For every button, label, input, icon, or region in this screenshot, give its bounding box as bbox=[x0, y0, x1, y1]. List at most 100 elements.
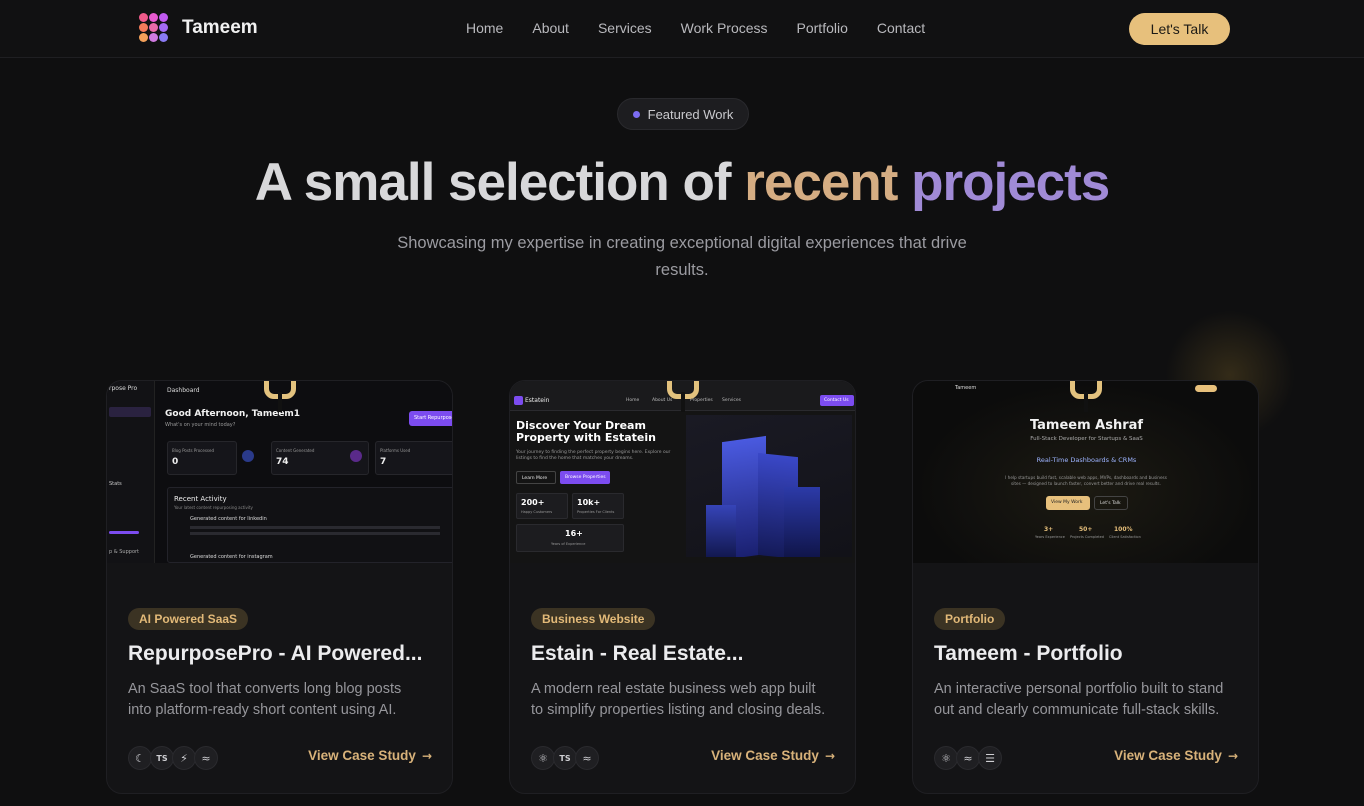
tailwind-icon: ≈ bbox=[575, 746, 599, 770]
tech-stack: ☾ TS ⚡ ≈ bbox=[128, 746, 218, 770]
project-title[interactable]: RepurposePro - AI Powered... bbox=[128, 642, 438, 666]
tech-stack: ⚛ ≈ ☰ bbox=[934, 746, 1002, 770]
preview-nav-about: About Us bbox=[652, 398, 673, 403]
card-hanger-icon bbox=[1070, 381, 1102, 412]
view-case-study-link[interactable]: View Case Study → bbox=[1114, 748, 1238, 763]
preview-highlight: Real-Time Dashboards & CRMs bbox=[1036, 456, 1137, 464]
view-case-study-link[interactable]: View Case Study → bbox=[711, 748, 835, 763]
preview-nav-home: Home bbox=[626, 398, 640, 403]
preview-stat-value: 10k+ bbox=[577, 498, 601, 507]
title-accent-projects: projects bbox=[911, 153, 1110, 212]
brand-name: Tameem bbox=[182, 17, 258, 38]
case-study-label: View Case Study bbox=[711, 748, 819, 763]
project-category-tag: Portfolio bbox=[934, 608, 1006, 630]
preview-header: Dashboard bbox=[167, 387, 200, 394]
preview-stat-label: Properties For Clients bbox=[577, 510, 615, 514]
title-plain: A small selection of bbox=[254, 153, 732, 212]
tech-stack: ⚛ TS ≈ bbox=[531, 746, 599, 770]
preview-stat-label: Client Satisfaction bbox=[1109, 535, 1141, 539]
card-hanger-icon bbox=[264, 381, 296, 412]
tailwind-icon: ≈ bbox=[194, 746, 218, 770]
nav-link-about[interactable]: About bbox=[532, 20, 569, 36]
arrow-right-icon: → bbox=[824, 748, 835, 763]
project-card-repurposepro[interactable]: rpose Pro Stats p & Support Dashboard Go… bbox=[106, 380, 453, 794]
preview-brand: rpose Pro bbox=[109, 385, 138, 392]
page-title: A small selection of recent projects bbox=[0, 152, 1364, 213]
preview-btn-work: View My Work bbox=[1046, 496, 1090, 510]
logo-icon bbox=[139, 13, 169, 43]
preview-stat-label: Content Generated bbox=[276, 448, 315, 453]
tailwind-icon: ≈ bbox=[956, 746, 980, 770]
building-image bbox=[686, 415, 852, 557]
preview-stat-value: 3+ bbox=[1044, 526, 1054, 533]
project-category-tag: Business Website bbox=[531, 608, 656, 630]
nav-link-work-process[interactable]: Work Process bbox=[681, 20, 768, 36]
preview-nav-properties: Properties bbox=[690, 398, 713, 403]
project-description: An interactive personal portfolio built … bbox=[934, 681, 1224, 718]
project-card-estain[interactable]: Estatein Home About Us Properties Servic… bbox=[509, 380, 856, 794]
brand-logo[interactable]: Tameem bbox=[139, 13, 258, 43]
preview-hero-text: Your journey to finding the perfect prop… bbox=[516, 450, 671, 461]
moon-icon: ☾ bbox=[128, 746, 152, 770]
featured-work-badge: Featured Work bbox=[617, 98, 749, 130]
preview-stat-value: 7 bbox=[380, 457, 387, 467]
typescript-icon: TS bbox=[150, 746, 174, 770]
preview-stat-label: Platforms Used bbox=[380, 448, 411, 453]
badge-dot-icon bbox=[632, 110, 640, 118]
preview-activity-item: Generated content for linkedin bbox=[190, 516, 267, 522]
preview-stat-value: 0 bbox=[172, 457, 179, 467]
lets-talk-button[interactable]: Let's Talk bbox=[1129, 13, 1230, 45]
project-category-tag: AI Powered SaaS bbox=[128, 608, 249, 630]
preview-stat-label: Happy Customers bbox=[521, 510, 553, 514]
nav-link-home[interactable]: Home bbox=[466, 20, 503, 36]
preview-stat-value: 16+ bbox=[565, 529, 583, 538]
preview-btn-talk: Let's Talk bbox=[1094, 496, 1128, 510]
preview-side-title: Stats bbox=[109, 481, 122, 487]
badge-label: Featured Work bbox=[647, 106, 734, 122]
arrow-right-icon: → bbox=[1227, 748, 1238, 763]
preview-stat-value: 100% bbox=[1114, 526, 1133, 533]
case-study-label: View Case Study bbox=[1114, 748, 1222, 763]
typescript-icon: TS bbox=[553, 746, 577, 770]
framer-icon: ☰ bbox=[978, 746, 1002, 770]
project-description: An SaaS tool that converts long blog pos… bbox=[128, 681, 402, 718]
preview-stat-value: 74 bbox=[276, 457, 289, 467]
preview-prompt: What's on your mind today? bbox=[165, 422, 236, 428]
nav-link-services[interactable]: Services bbox=[598, 20, 652, 36]
react-icon: ⚛ bbox=[934, 746, 958, 770]
preview-stat-value: 200+ bbox=[521, 498, 545, 507]
preview-activity-title: Recent Activity bbox=[174, 495, 227, 503]
preview-activity-item: Generated content for instagram bbox=[190, 554, 273, 560]
preview-brand: Tameem bbox=[955, 385, 977, 391]
preview-stat-label: Projects Completed bbox=[1070, 535, 1105, 539]
preview-brand: Estatein bbox=[525, 397, 550, 404]
preview-btn-learn: Learn More bbox=[516, 471, 556, 484]
top-navbar: Tameem Home About Services Work Process … bbox=[0, 0, 1364, 58]
preview-btn-browse: Browse Properties bbox=[560, 471, 610, 484]
project-title[interactable]: Tameem - Portfolio bbox=[934, 642, 1244, 666]
preview-side-footer: p & Support bbox=[109, 549, 140, 555]
preview-hero-title: Discover Your Dream Property with Estate… bbox=[516, 419, 656, 444]
preview-text: I help startups build fast, scalable web… bbox=[1005, 475, 1167, 486]
preview-stat-value: 50+ bbox=[1079, 526, 1093, 533]
card-hanger-icon bbox=[667, 381, 699, 412]
page-subtitle: Showcasing my expertise in creating exce… bbox=[397, 234, 967, 279]
project-description: A modern real estate business web app bu… bbox=[531, 681, 826, 718]
nav-link-contact[interactable]: Contact bbox=[877, 20, 925, 36]
preview-stat-label: Years of Experience bbox=[551, 542, 586, 546]
arrow-right-icon: → bbox=[421, 748, 432, 763]
nav-link-portfolio[interactable]: Portfolio bbox=[797, 20, 848, 36]
preview-activity-sub: Your latest content repurposing activity bbox=[174, 505, 253, 510]
preview-nav-services: Services bbox=[722, 398, 741, 403]
nav-links: Home About Services Work Process Portfol… bbox=[466, 20, 925, 36]
preview-button: Start Repurpose bbox=[409, 411, 452, 426]
react-icon: ⚛ bbox=[531, 746, 555, 770]
project-title[interactable]: Estain - Real Estate... bbox=[531, 642, 841, 666]
project-card-tameem-portfolio[interactable]: Tameem Tameem Ashraf Full-Stack Develope… bbox=[912, 380, 1259, 794]
bolt-icon: ⚡ bbox=[172, 746, 196, 770]
case-study-label: View Case Study bbox=[308, 748, 416, 763]
preview-name: Tameem Ashraf bbox=[1029, 418, 1144, 433]
preview-stat-label: Blog Posts Processed bbox=[172, 448, 215, 453]
view-case-study-link[interactable]: View Case Study → bbox=[308, 748, 432, 763]
title-accent-recent: recent bbox=[744, 153, 898, 212]
